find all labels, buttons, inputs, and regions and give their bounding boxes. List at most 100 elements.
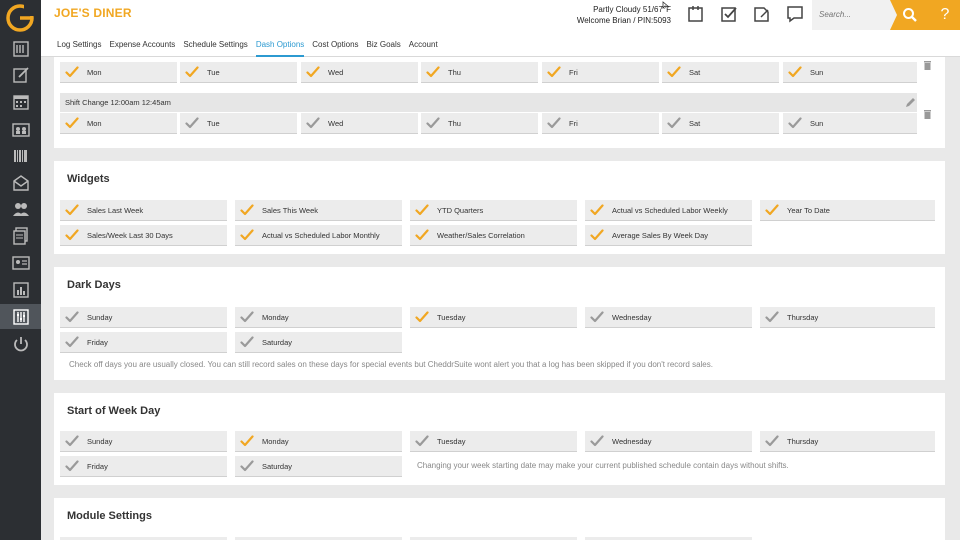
checkbox-option[interactable]: Tue [180, 113, 297, 134]
checkbox-option[interactable]: Tue [180, 62, 297, 83]
edit-pencil-icon[interactable] [905, 97, 916, 108]
checkbox-option[interactable]: Fri [542, 62, 659, 83]
checkmark-unchecked-icon [240, 311, 254, 323]
checkbox-option[interactable]: YTD Quarters [410, 200, 577, 221]
checkbox-option[interactable]: Fri [542, 113, 659, 134]
checkbox-option[interactable]: Sat [662, 113, 779, 134]
sidebar-item-power[interactable] [0, 331, 41, 356]
dark-days-title: Dark Days [67, 279, 121, 291]
sidebar-item-schedule[interactable] [0, 116, 41, 141]
sidebar-item-reports-chart[interactable] [0, 277, 41, 302]
tab-schedule-settings[interactable]: Schedule Settings [183, 38, 248, 57]
checkbox-option[interactable]: Sales/Week Last 30 Days [60, 225, 227, 246]
checkbox-option[interactable]: Average Sales By Week Day [585, 225, 752, 246]
checkbox-label: Wednesday [612, 312, 652, 322]
checkmark-checked-icon [426, 66, 440, 78]
log-book-icon[interactable] [687, 5, 705, 23]
register-icon [12, 40, 29, 57]
checkbox-option[interactable]: Wednesday [585, 431, 752, 452]
checkbox-option[interactable]: Sales This Week [235, 200, 402, 221]
checkbox-option[interactable]: Wed [301, 62, 418, 83]
checkbox-option[interactable]: Tuesday [410, 431, 577, 452]
sidebar-item-settings-sliders[interactable] [0, 304, 41, 329]
inventory-icon [13, 149, 27, 162]
checkbox-option[interactable]: Mon [60, 113, 177, 134]
checkbox-option[interactable]: Sunday [60, 431, 227, 452]
search-input[interactable] [812, 0, 884, 28]
checkmark-checked-icon [415, 229, 429, 241]
checkbox-option[interactable]: Monday [235, 431, 402, 452]
checkbox-option[interactable]: Weather/Sales Correlation [410, 225, 577, 246]
checkmark-unchecked-icon [426, 117, 440, 129]
checklist-icon[interactable] [720, 5, 738, 23]
checkmark-unchecked-icon [65, 460, 79, 472]
tab-cost-options[interactable]: Cost Options [312, 38, 358, 57]
sidebar-item-edit-log[interactable] [0, 62, 41, 87]
id-card-icon [11, 255, 30, 270]
search-button[interactable] [890, 0, 930, 30]
checkbox-option[interactable]: Thu [421, 113, 538, 134]
checkbox-option[interactable]: Sun [783, 113, 917, 134]
cheddrsuite-logo[interactable] [4, 2, 36, 34]
help-button[interactable]: ? [930, 0, 960, 30]
checkmark-checked-icon [65, 229, 79, 241]
checkbox-label: Average Sales By Week Day [612, 230, 709, 240]
weather-text: Partly Cloudy 51/67°F [593, 5, 671, 14]
checkbox-option[interactable]: Wednesday [585, 307, 752, 328]
sidebar-item-id-card[interactable] [0, 250, 41, 275]
checkbox-option[interactable]: Mon [60, 62, 177, 83]
checkbox-label: Tuesday [437, 436, 466, 446]
sidebar-item-mail[interactable] [0, 170, 41, 195]
checkmark-unchecked-icon [306, 117, 320, 129]
sidebar-item-documents[interactable] [0, 223, 41, 248]
welcome-text: Welcome Brian / PIN:5093 [576, 16, 671, 25]
sidebar-item-calendar[interactable] [0, 89, 41, 114]
checkmark-unchecked-icon [788, 117, 802, 129]
settings-sliders-icon [12, 308, 29, 325]
tab-dash-options[interactable]: Dash Options [255, 38, 305, 57]
checkbox-option[interactable]: Sat [662, 62, 779, 83]
checkmark-unchecked-icon [667, 117, 681, 129]
checkbox-option[interactable]: Wed [301, 113, 418, 134]
tab-biz-goals[interactable]: Biz Goals [367, 38, 401, 57]
restaurant-name[interactable]: JOE'S DINER [54, 6, 132, 20]
sidebar-item-inventory[interactable] [0, 143, 41, 168]
checkmark-checked-icon [65, 117, 79, 129]
notes-icon[interactable] [753, 5, 771, 23]
checkbox-option[interactable]: Friday [60, 332, 227, 353]
delete-shift-icon[interactable] [924, 110, 931, 119]
checkbox-option[interactable]: Actual vs Scheduled Labor Weekly [585, 200, 752, 221]
messages-icon[interactable] [786, 5, 804, 23]
checkbox-option[interactable]: Sunday [60, 307, 227, 328]
checkbox-label: Sun [810, 67, 824, 77]
checkbox-label: Saturday [262, 461, 293, 471]
tab-expense-accounts[interactable]: Expense Accounts [109, 38, 175, 57]
checkbox-option[interactable]: Saturday [235, 456, 402, 477]
checkbox-option[interactable]: Saturday [235, 332, 402, 353]
sidebar-item-register[interactable] [0, 36, 41, 61]
checkmark-unchecked-icon [547, 117, 561, 129]
checkbox-option[interactable]: Thursday [760, 431, 935, 452]
sidebar-item-team[interactable] [0, 196, 41, 221]
checkbox-option[interactable]: Monday [235, 307, 402, 328]
checkbox-option[interactable]: Year To Date [760, 200, 935, 221]
checkbox-label: Actual vs Scheduled Labor Weekly [612, 205, 728, 215]
widgets-card: Widgets Sales Last Week Sales This Week YT… [54, 161, 945, 254]
checkmark-checked-icon [65, 204, 79, 216]
tab-account[interactable]: Account [409, 38, 438, 57]
checkbox-option[interactable]: Thursday [760, 307, 935, 328]
checkbox-option[interactable]: Sales Last Week [60, 200, 227, 221]
checkbox-option[interactable]: Thu [421, 62, 538, 83]
checkbox-option[interactable]: Sun [783, 62, 917, 83]
checkmark-checked-icon [240, 229, 254, 241]
reports-chart-icon [12, 281, 29, 298]
delete-shift-icon[interactable] [924, 61, 931, 70]
checkbox-option[interactable]: Tuesday [410, 307, 577, 328]
checkbox-option[interactable]: Friday [60, 456, 227, 477]
checkbox-label: Year To Date [787, 205, 830, 215]
search-box [812, 0, 890, 30]
checkmark-checked-icon [590, 204, 604, 216]
checkbox-option[interactable]: Actual vs Scheduled Labor Monthly [235, 225, 402, 246]
tab-log-settings[interactable]: Log Settings [57, 38, 101, 57]
module-settings-card: Module Settings [54, 498, 945, 540]
